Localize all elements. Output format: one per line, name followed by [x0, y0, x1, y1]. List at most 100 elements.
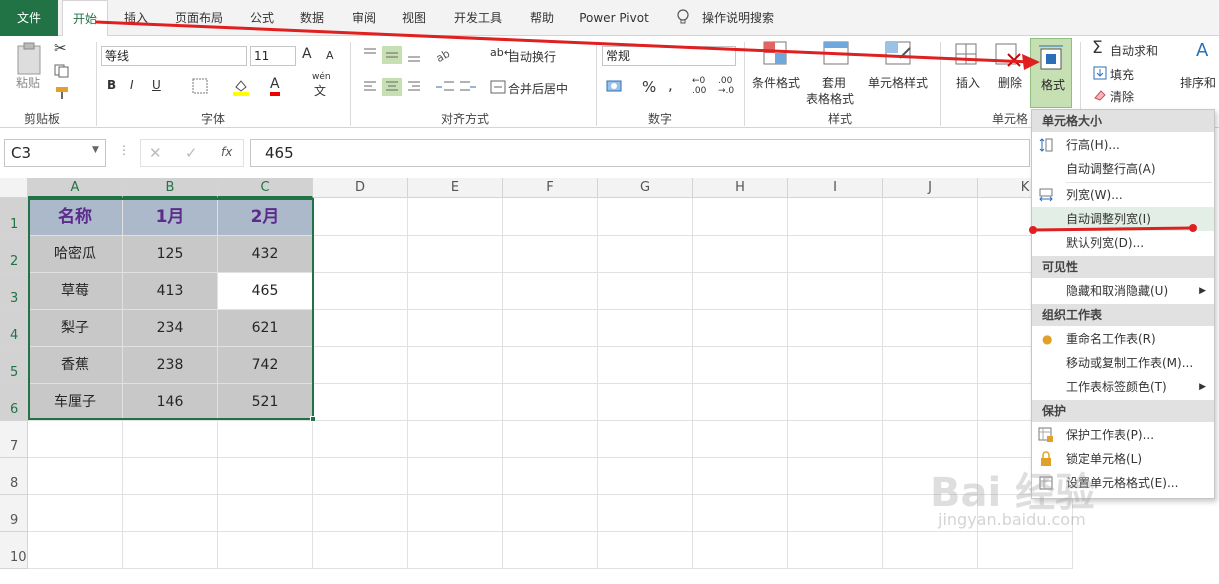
table-cell[interactable]: 哈密瓜 — [28, 236, 123, 273]
cell[interactable] — [503, 347, 598, 384]
column-header[interactable]: I — [788, 178, 883, 198]
cell[interactable] — [313, 384, 408, 421]
menu-autofit-column[interactable]: 自动调整列宽(I) — [1032, 207, 1214, 231]
cell[interactable] — [788, 421, 883, 458]
cell[interactable] — [408, 421, 503, 458]
cell[interactable] — [883, 273, 978, 310]
column-header[interactable]: C — [218, 178, 313, 198]
tab-home[interactable]: 开始 — [62, 0, 108, 37]
row-header[interactable]: 10 — [0, 532, 28, 569]
font-size-combo[interactable]: 11 — [250, 46, 296, 66]
cell[interactable] — [693, 273, 788, 310]
paste-icon[interactable] — [14, 42, 46, 76]
menu-move-copy[interactable]: 移动或复制工作表(M)... — [1032, 351, 1214, 375]
cell[interactable] — [313, 495, 408, 532]
cell[interactable] — [693, 421, 788, 458]
cell[interactable] — [883, 384, 978, 421]
comma-button[interactable]: , — [668, 76, 673, 94]
tab-page-layout[interactable]: 页面布局 — [168, 0, 230, 36]
column-header[interactable]: B — [123, 178, 218, 198]
tab-review[interactable]: 审阅 — [346, 0, 382, 36]
cell[interactable] — [313, 273, 408, 310]
accounting-icon[interactable] — [606, 78, 626, 96]
tell-me-search[interactable]: 操作说明搜索 — [698, 0, 778, 36]
underline-button[interactable]: U — [152, 78, 161, 92]
cell[interactable] — [408, 198, 503, 236]
cell[interactable] — [503, 198, 598, 236]
format-button[interactable]: 格式 — [1030, 38, 1072, 108]
cell[interactable] — [598, 310, 693, 347]
tab-developer[interactable]: 开发工具 — [446, 0, 510, 36]
cell[interactable] — [313, 458, 408, 495]
cell[interactable] — [218, 458, 313, 495]
cell[interactable] — [598, 458, 693, 495]
cell-styles-icon[interactable] — [884, 40, 914, 70]
cell[interactable] — [313, 421, 408, 458]
menu-default-width[interactable]: 默认列宽(D)... — [1032, 231, 1214, 255]
cell[interactable] — [313, 310, 408, 347]
menu-tab-color[interactable]: 工作表标签颜色(T) ▶ — [1032, 375, 1214, 399]
cell[interactable] — [693, 532, 788, 569]
cell[interactable] — [788, 273, 883, 310]
cut-icon[interactable]: ✂ — [54, 39, 67, 57]
cell[interactable] — [408, 458, 503, 495]
decrease-decimal-icon[interactable]: .00 →.0 — [718, 76, 734, 96]
cell[interactable] — [598, 273, 693, 310]
column-header[interactable]: A — [28, 178, 123, 198]
fill-color-icon[interactable] — [232, 78, 250, 96]
cell[interactable] — [883, 347, 978, 384]
name-box-dropdown-icon[interactable]: ▼ — [92, 145, 99, 155]
format-as-table-label-2[interactable]: 表格格式 — [806, 90, 854, 107]
menu-row-height[interactable]: 行高(H)... — [1032, 133, 1214, 157]
clear-icon[interactable] — [1093, 88, 1107, 102]
table-cell[interactable]: 521 — [218, 384, 313, 421]
cell[interactable] — [123, 495, 218, 532]
number-format-combo[interactable]: 常规 — [602, 46, 736, 66]
cell[interactable] — [978, 532, 1073, 569]
cell[interactable] — [408, 532, 503, 569]
cell[interactable] — [883, 198, 978, 236]
sort-filter-icon[interactable]: A — [1196, 40, 1208, 61]
column-header[interactable]: H — [693, 178, 788, 198]
cell[interactable] — [788, 384, 883, 421]
cell[interactable] — [788, 458, 883, 495]
name-box[interactable]: C3 — [4, 139, 106, 167]
column-header[interactable]: F — [503, 178, 598, 198]
cell[interactable] — [693, 310, 788, 347]
cell[interactable] — [788, 310, 883, 347]
table-cell[interactable]: 车厘子 — [28, 384, 123, 421]
vertical-align-icons[interactable] — [362, 46, 422, 64]
row-header[interactable]: 5 — [0, 347, 28, 384]
table-cell[interactable]: 草莓 — [28, 273, 123, 310]
format-painter-icon[interactable] — [54, 86, 70, 100]
cell[interactable] — [123, 421, 218, 458]
menu-protect-sheet[interactable]: 保护工作表(P)... — [1032, 423, 1214, 447]
row-header[interactable]: 6 — [0, 384, 28, 421]
autosum-icon[interactable]: Σ — [1092, 38, 1103, 58]
insert-cells-button[interactable]: 插入 — [956, 74, 980, 91]
delete-cells-button[interactable]: 删除 — [998, 74, 1022, 91]
conditional-format-button[interactable]: 条件格式 — [752, 74, 800, 91]
table-cell[interactable]: 125 — [123, 236, 218, 273]
cell[interactable] — [503, 310, 598, 347]
row-header[interactable]: 9 — [0, 495, 28, 532]
tab-data[interactable]: 数据 — [294, 0, 330, 36]
cell[interactable] — [503, 458, 598, 495]
row-header[interactable]: 1 — [0, 198, 28, 236]
cell[interactable] — [693, 458, 788, 495]
cell[interactable] — [503, 421, 598, 458]
cancel-icon[interactable]: ✕ — [149, 144, 162, 162]
cell[interactable] — [598, 236, 693, 273]
fill-button[interactable]: 填充 — [1110, 66, 1134, 83]
table-header-cell[interactable]: 1月 — [123, 198, 218, 236]
increase-decimal-icon[interactable]: ←0.00 — [692, 76, 706, 96]
merge-center-button[interactable]: 合并后居中 — [508, 80, 568, 97]
cell[interactable] — [218, 532, 313, 569]
select-all-corner[interactable] — [0, 178, 28, 198]
cell[interactable] — [788, 236, 883, 273]
cell[interactable] — [693, 495, 788, 532]
font-color-button[interactable]: A — [270, 76, 280, 96]
cell[interactable] — [28, 495, 123, 532]
font-shrink-button[interactable]: A — [326, 49, 334, 62]
font-grow-button[interactable]: A — [302, 46, 312, 62]
